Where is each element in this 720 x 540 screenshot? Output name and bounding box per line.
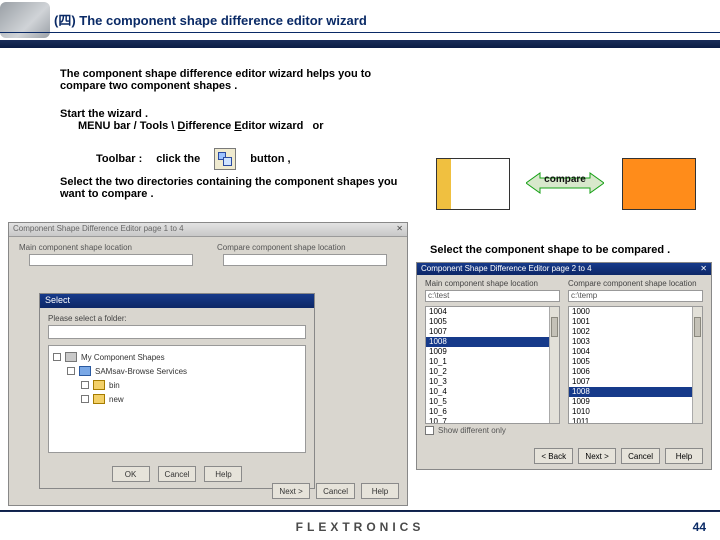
diff-only-checkbox[interactable] (425, 426, 434, 435)
wizard2-left-label: Main component shape location (425, 279, 560, 288)
wizard-page1-screenshot: Component Shape Difference Editor page 1… (8, 222, 408, 506)
list-item[interactable]: 1004 (569, 347, 702, 357)
title-underline (0, 32, 720, 33)
ok-button[interactable]: OK (112, 466, 150, 482)
wizard1-title: Component Shape Difference Editor page 1… (13, 224, 184, 235)
list-item[interactable]: 1007 (426, 327, 559, 337)
wizard1-right-label: Compare component shape location (217, 243, 397, 252)
header-bar (0, 40, 720, 48)
compare-arrow-icon: compare (526, 172, 604, 194)
tree-item-label: new (109, 395, 124, 404)
tree-item-label: bin (109, 381, 120, 390)
list-item[interactable]: 10_2 (426, 367, 559, 377)
footer-divider (0, 510, 720, 512)
list-item[interactable]: 1004 (426, 307, 559, 317)
wizard2-left-list[interactable]: 1004100510071008100910_110_210_310_410_5… (425, 306, 560, 424)
page-number: 44 (693, 520, 706, 534)
select-dirs-text: Select the two directories containing th… (60, 176, 400, 200)
list-item[interactable]: 10_7 (426, 417, 559, 424)
toolbar-click-label: click the (156, 153, 200, 165)
list-item[interactable]: 1005 (426, 317, 559, 327)
list-item[interactable]: 1007 (569, 377, 702, 387)
list-item[interactable]: 1011 (569, 417, 702, 424)
folder-tree[interactable]: My Component Shapes SAMsav-Browse Servic… (48, 345, 306, 453)
folder-icon (79, 366, 91, 376)
list-item[interactable]: 10_3 (426, 377, 559, 387)
slide-title: (四) The component shape difference edito… (54, 10, 367, 29)
wizard2-right-list[interactable]: 1000100110021003100410051006100710081009… (568, 306, 703, 424)
folder-icon (93, 380, 105, 390)
list-item[interactable]: 1009 (569, 397, 702, 407)
list-item[interactable]: 1000 (569, 307, 702, 317)
intro-text: The component shape difference editor wi… (60, 68, 400, 92)
footer-logo: FLEXTRONICS (0, 520, 720, 534)
list-item[interactable]: 10_1 (426, 357, 559, 367)
list-item[interactable]: 1002 (569, 327, 702, 337)
folder-icon (93, 394, 105, 404)
caption-select-shape: Select the component shape to be compare… (430, 244, 670, 256)
select-dialog-combo[interactable] (48, 325, 306, 339)
wizard2-title: Component Shape Difference Editor page 2… (421, 264, 592, 274)
list-item[interactable]: 1001 (569, 317, 702, 327)
list-item[interactable]: 1008 (569, 387, 702, 397)
start-instructions: Start the wizard . MENU bar / Tools \ Di… (60, 108, 420, 132)
tree-item-label: My Component Shapes (81, 353, 165, 362)
list-item[interactable]: 10_5 (426, 397, 559, 407)
diff-editor-toolbar-icon[interactable] (214, 148, 236, 170)
cancel-button[interactable]: Cancel (316, 483, 355, 499)
wizard1-left-label: Main component shape location (19, 243, 199, 252)
start-label: Start the wizard . (60, 108, 148, 120)
compare-label: compare (526, 174, 604, 185)
select-dialog-label: Please select a folder: (48, 314, 306, 323)
tree-item-label: SAMsav-Browse Services (95, 367, 187, 376)
list-item[interactable]: 1010 (569, 407, 702, 417)
help-button[interactable]: Help (204, 466, 242, 482)
list-item[interactable]: 1009 (426, 347, 559, 357)
wizard2-right-label: Compare component shape location (568, 279, 703, 288)
help-button[interactable]: Help (665, 448, 703, 464)
wizard2-left-path[interactable]: c:\test (425, 290, 560, 302)
select-dialog-title: Select (40, 294, 314, 308)
wizard-page2-screenshot: Component Shape Difference Editor page 2… (416, 262, 712, 470)
toolbar-suffix: button , (250, 153, 290, 165)
list-item[interactable]: 1003 (569, 337, 702, 347)
wizard1-left-path-input[interactable] (29, 254, 193, 266)
wizard2-right-path[interactable]: c:\temp (568, 290, 703, 302)
wizard1-right-path-input[interactable] (223, 254, 387, 266)
diff-only-label: Show different only (438, 426, 506, 435)
folder-icon (65, 352, 77, 362)
back-button[interactable]: < Back (534, 448, 573, 464)
cancel-button[interactable]: Cancel (621, 448, 660, 464)
next-button[interactable]: Next > (578, 448, 616, 464)
close-icon[interactable]: ✕ (700, 264, 707, 274)
scrollbar[interactable] (692, 307, 702, 423)
cancel-button[interactable]: Cancel (158, 466, 197, 482)
list-item[interactable]: 1006 (569, 367, 702, 377)
scrollbar[interactable] (549, 307, 559, 423)
list-item[interactable]: 1008 (426, 337, 559, 347)
folder-b-icon (622, 158, 696, 210)
folder-compare-diagram: compare (436, 154, 696, 220)
list-item[interactable]: 10_4 (426, 387, 559, 397)
help-button[interactable]: Help (361, 483, 399, 499)
close-icon[interactable]: ✕ (396, 224, 403, 235)
folder-a-icon (436, 158, 510, 210)
toolbar-prefix: Toolbar : (96, 153, 142, 165)
folder-select-dialog: Select Please select a folder: My Compon… (39, 293, 315, 489)
next-button[interactable]: Next > (272, 483, 310, 499)
list-item[interactable]: 10_6 (426, 407, 559, 417)
menu-path: MENU bar / Tools \ Difference Editor wiz… (60, 120, 420, 132)
list-item[interactable]: 1005 (569, 357, 702, 367)
